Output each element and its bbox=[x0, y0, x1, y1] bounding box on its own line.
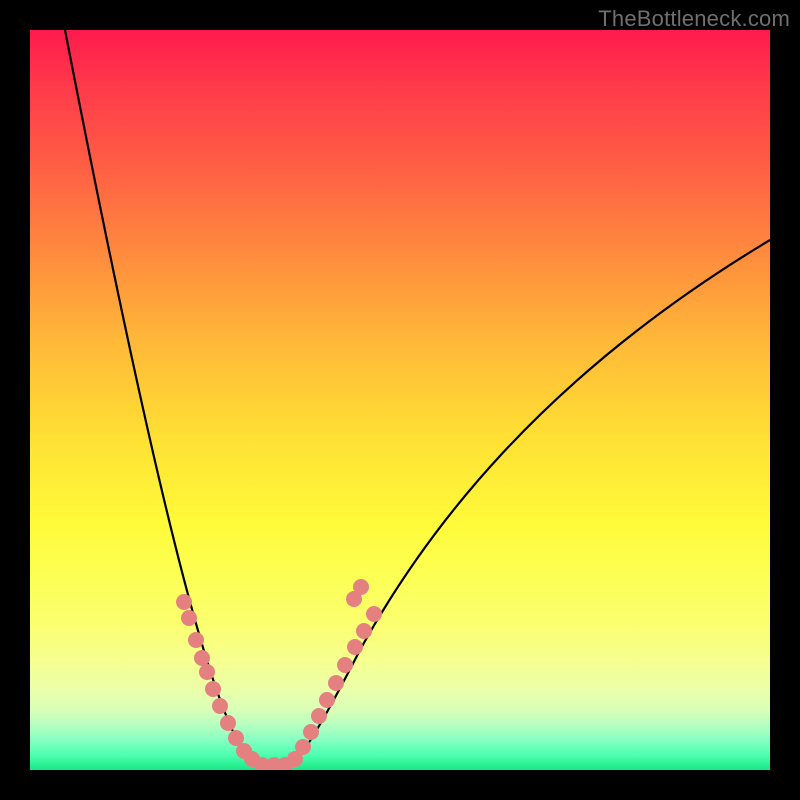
data-point bbox=[212, 698, 228, 714]
watermark-text: TheBottleneck.com bbox=[598, 6, 790, 32]
data-point bbox=[346, 591, 362, 607]
data-point bbox=[181, 610, 197, 626]
data-point bbox=[319, 692, 335, 708]
left-curve bbox=[65, 30, 256, 765]
data-point bbox=[337, 657, 353, 673]
data-point bbox=[188, 632, 204, 648]
data-point bbox=[220, 715, 236, 731]
data-point bbox=[366, 606, 382, 622]
data-point bbox=[311, 708, 327, 724]
data-point bbox=[205, 681, 221, 697]
data-point bbox=[328, 675, 344, 691]
data-point bbox=[199, 664, 215, 680]
dot-layer bbox=[176, 579, 382, 770]
data-point bbox=[194, 650, 210, 666]
data-point bbox=[347, 639, 363, 655]
data-point bbox=[295, 739, 311, 755]
data-point bbox=[176, 594, 192, 610]
data-point bbox=[356, 623, 372, 639]
chart-svg bbox=[30, 30, 770, 770]
chart-plot-area bbox=[30, 30, 770, 770]
right-curve bbox=[292, 240, 770, 765]
data-point bbox=[303, 724, 319, 740]
